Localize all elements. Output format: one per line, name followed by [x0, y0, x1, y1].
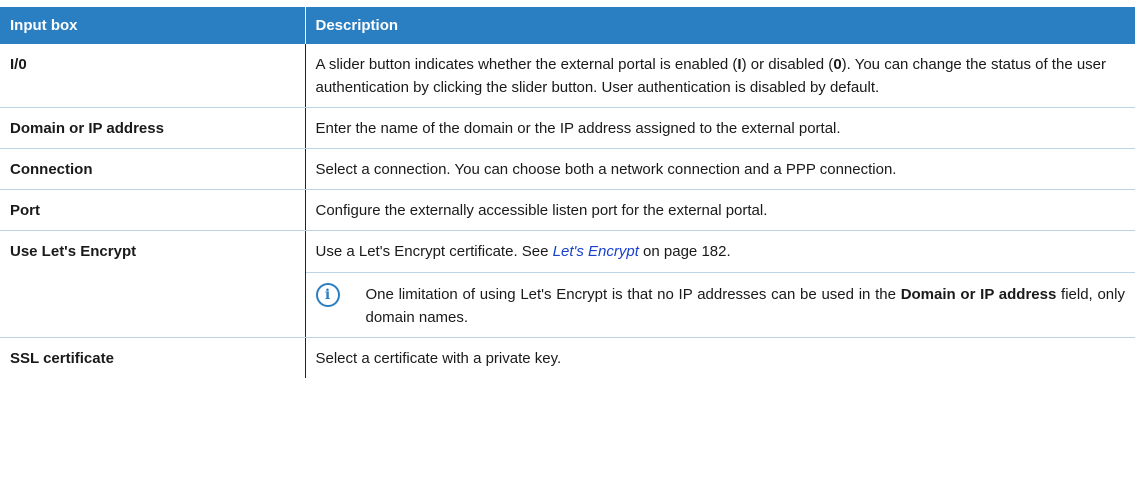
desc-text: A slider button indicates whether the ex…	[315, 56, 738, 73]
table-row: I/0 A slider button indicates whether th…	[0, 44, 1135, 108]
row-desc-ssl: Select a certificate with a private key.	[315, 350, 562, 367]
row-desc-io: A slider button indicates whether the ex…	[305, 44, 1135, 108]
row-name-port: Port	[0, 189, 306, 231]
table-row: SSL certificate Select a certificate wit…	[0, 337, 1135, 378]
desc-text: ) or disabled (	[741, 56, 834, 73]
table-row: Use Let's Encrypt Use a Let's Encrypt ce…	[0, 230, 1136, 338]
desc-bold-disabled: 0	[833, 56, 842, 73]
note-text: One limitation of using Let's Encrypt is…	[366, 283, 1126, 329]
row-name-io: I/0	[0, 44, 306, 108]
note-bold-field: Domain or IP address	[900, 286, 1057, 303]
column-header-description: Description	[305, 7, 1135, 44]
table-row: Connection Select a connection. You can …	[0, 148, 1135, 190]
row-name-lets-encrypt: Use Let's Encrypt	[0, 230, 306, 338]
lets-encrypt-description: Use a Let's Encrypt certificate. See Let…	[305, 240, 1135, 273]
desc-text: Use a Let's Encrypt certificate. See	[315, 243, 553, 260]
info-note: i One limitation of using Let's Encrypt …	[306, 273, 1136, 329]
row-desc-connection: Select a connection. You can choose both…	[305, 148, 1135, 190]
column-header-input-box: Input box	[0, 7, 306, 44]
row-name-connection: Connection	[0, 148, 306, 190]
row-desc-domain: Enter the name of the domain or the IP a…	[305, 107, 1135, 149]
table-row: Domain or IP address Enter the name of t…	[0, 107, 1135, 149]
document-page: Input box Description I/0 A slider butto…	[0, 7, 1143, 378]
note-part: One limitation of using Let's Encrypt is…	[365, 286, 901, 303]
row-desc-lets-encrypt: Use a Let's Encrypt certificate. See Let…	[305, 230, 1136, 338]
row-name-domain: Domain or IP address	[0, 107, 306, 149]
parameter-table: Input box Description I/0 A slider butto…	[0, 7, 1135, 378]
desc-text: on page 182.	[638, 243, 731, 260]
row-name-ssl: SSL certificate	[0, 337, 306, 378]
table-header-row: Input box Description	[0, 7, 1135, 44]
info-icon: i	[315, 283, 340, 307]
row-desc-port: Configure the externally accessible list…	[305, 189, 1135, 231]
lets-encrypt-link[interactable]: Let's Encrypt	[553, 243, 639, 260]
table-row: Port Configure the externally accessible…	[0, 189, 1135, 231]
